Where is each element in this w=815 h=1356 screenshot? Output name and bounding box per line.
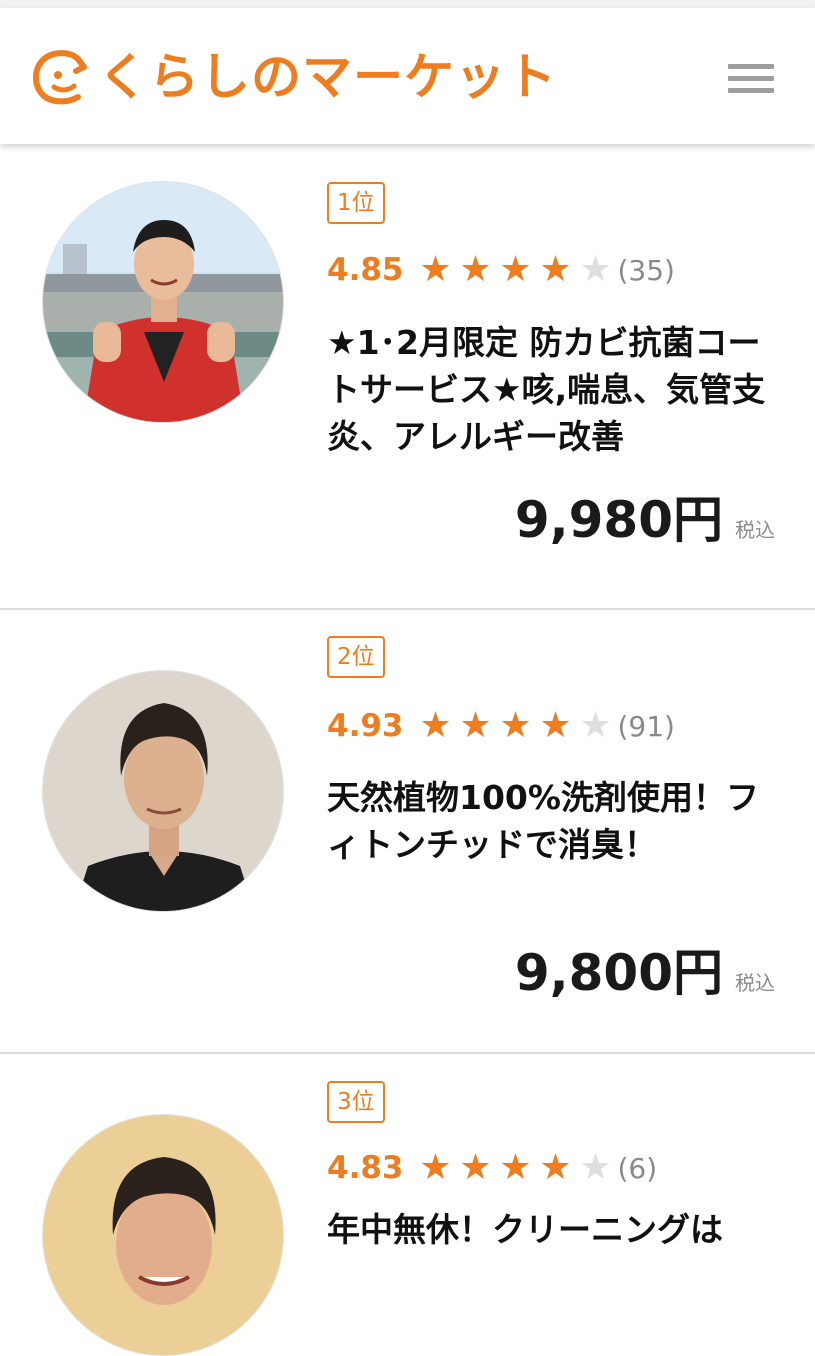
star-empty-icon: ★ [579, 1147, 612, 1188]
tax-label: 税込 [735, 971, 775, 995]
star-icon: ★ [499, 249, 532, 290]
rank-badge: 2位 [327, 636, 385, 678]
provider-photo [42, 181, 284, 423]
provider-photo [42, 1114, 284, 1356]
star-icon: ★ [539, 1147, 572, 1188]
rating-row: 4.93 ★ ★ ★ ★ ★ (91) [327, 704, 675, 748]
listing-title[interactable]: ★1･2月限定 防カビ抗菌コートサービス★咳,喘息、気管支炎、アレルギー改善 [327, 319, 767, 460]
price-row: 9,980円 税込 [515, 480, 775, 552]
star-rating: ★ ★ ★ ★ ★ [416, 1148, 616, 1188]
star-icon: ★ [539, 705, 572, 746]
ranking-list: 1位 4.85 ★ ★ ★ ★ ★ (35) ★1･2月限定 防カビ抗菌コートサ… [0, 144, 815, 1356]
price-row: 9,800円 税込 [515, 933, 775, 1005]
star-empty-icon: ★ [579, 705, 612, 746]
provider-photo [42, 670, 284, 912]
rank-badge: 1位 [327, 182, 385, 224]
star-icon: ★ [459, 1147, 492, 1188]
rating-row: 4.85 ★ ★ ★ ★ ★ (35) [327, 248, 675, 292]
star-icon: ★ [419, 1147, 452, 1188]
site-logo[interactable]: くらしのマーケット [30, 42, 557, 112]
rating-row: 4.83 ★ ★ ★ ★ ★ (6) [327, 1146, 657, 1190]
tax-label: 税込 [735, 518, 775, 542]
star-icon: ★ [459, 249, 492, 290]
listing-card[interactable]: 2位 4.93 ★ ★ ★ ★ ★ (91) 天然植物100%洗剤使用！フィトン… [0, 610, 815, 1054]
rating-score: 4.93 [327, 708, 404, 744]
price: 9,980円 [514, 491, 723, 549]
star-icon: ★ [499, 705, 532, 746]
logo-wordmark: くらしのマーケット [98, 48, 557, 106]
star-rating: ★ ★ ★ ★ ★ [416, 250, 616, 290]
review-count[interactable]: (91) [618, 710, 675, 743]
rating-score: 4.83 [327, 1150, 404, 1186]
hamburger-menu-icon[interactable] [722, 56, 778, 102]
status-strip [0, 0, 815, 8]
listing-title[interactable]: 天然植物100%洗剤使用！フィトンチッドで消臭！ [327, 774, 767, 868]
review-count[interactable]: (35) [618, 254, 675, 287]
rank-badge: 3位 [327, 1081, 385, 1123]
listing-title[interactable]: 年中無休！クリーニングは [327, 1206, 767, 1253]
price: 9,800円 [514, 944, 723, 1002]
star-rating: ★ ★ ★ ★ ★ [416, 706, 616, 746]
star-icon: ★ [539, 249, 572, 290]
rating-score: 4.85 [327, 252, 404, 288]
site-header: くらしのマーケット [0, 8, 815, 144]
logo-face-icon [33, 50, 87, 105]
star-icon: ★ [459, 705, 492, 746]
star-icon: ★ [419, 249, 452, 290]
listing-card[interactable]: 3位 4.83 ★ ★ ★ ★ ★ (6) 年中無休！クリーニングは [0, 1054, 815, 1356]
review-count[interactable]: (6) [618, 1152, 658, 1185]
star-empty-icon: ★ [579, 249, 612, 290]
star-icon: ★ [419, 705, 452, 746]
listing-card[interactable]: 1位 4.85 ★ ★ ★ ★ ★ (35) ★1･2月限定 防カビ抗菌コートサ… [0, 144, 815, 610]
star-icon: ★ [499, 1147, 532, 1188]
